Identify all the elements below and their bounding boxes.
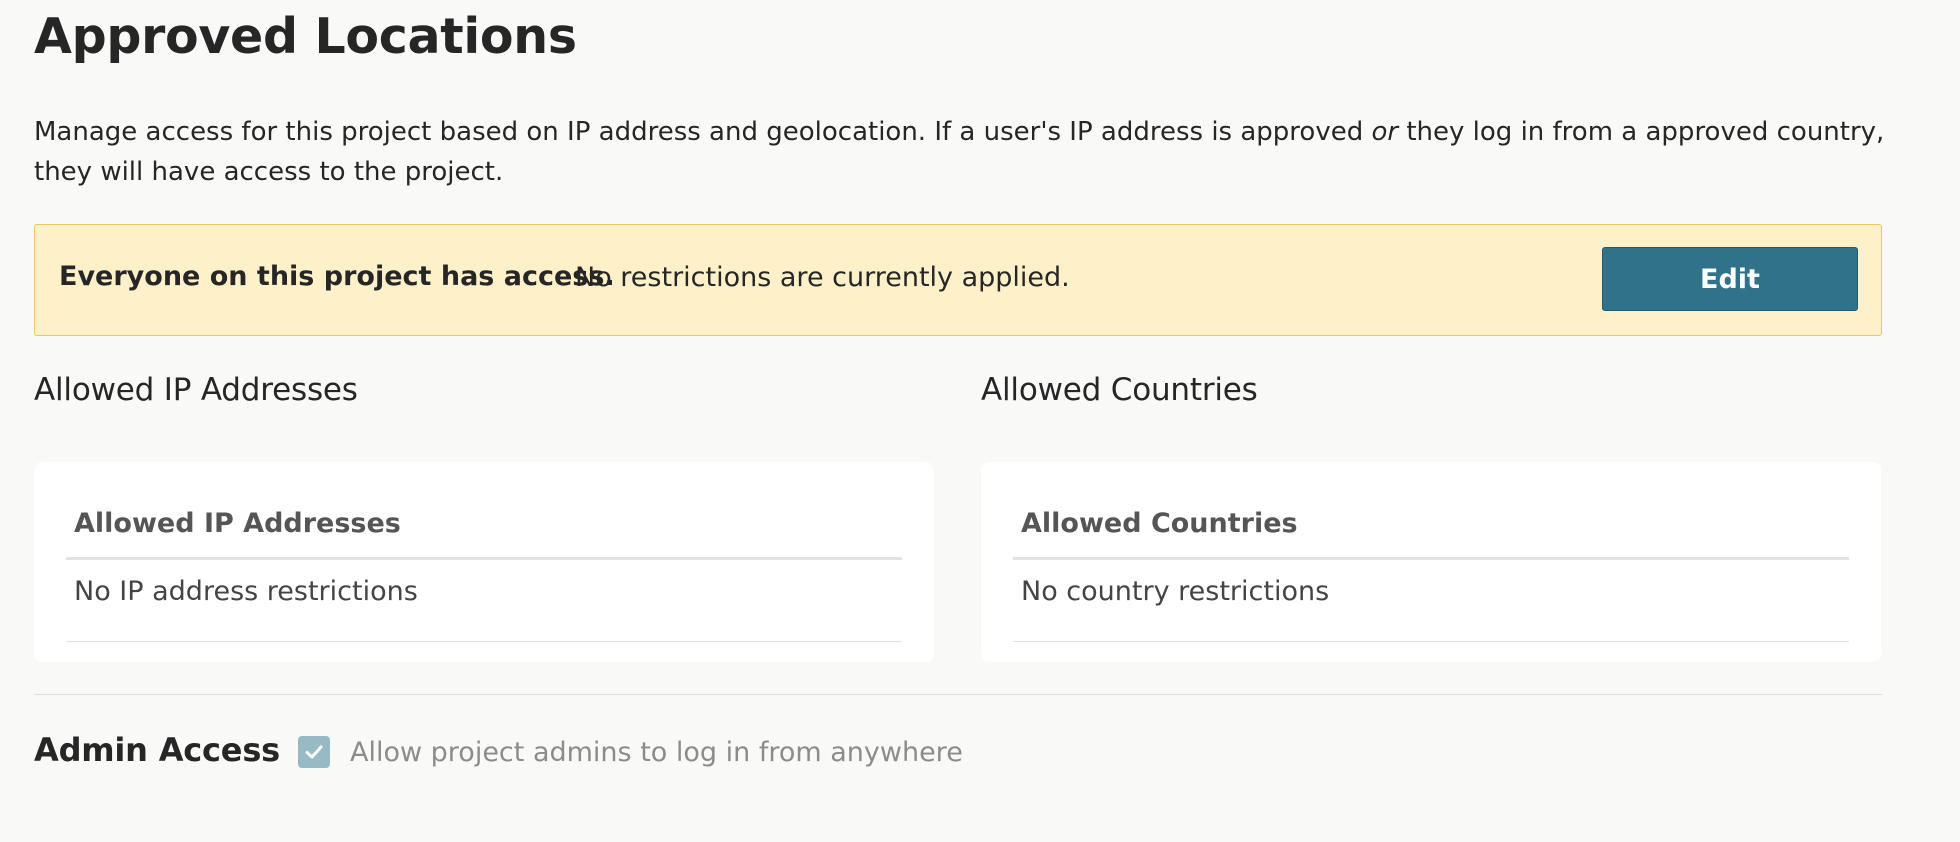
allowed-countries-heading: Allowed Countries xyxy=(981,372,1258,408)
admin-access-label: Admin Access xyxy=(34,731,281,769)
table-header: Allowed IP Addresses xyxy=(66,498,902,560)
table-header: Allowed Countries xyxy=(1013,498,1849,560)
approved-locations-page: Approved Locations Manage access for thi… xyxy=(0,0,1960,842)
admin-anywhere-checkbox-label[interactable]: Allow project admins to log in from anyw… xyxy=(350,737,963,768)
checkmark-icon xyxy=(305,745,323,759)
description-emphasis: or xyxy=(1371,117,1399,147)
edit-button[interactable]: Edit xyxy=(1602,247,1858,311)
page-description: Manage access for this project based on … xyxy=(34,112,1894,192)
allowed-ip-addresses-table: Allowed IP Addresses No IP address restr… xyxy=(66,498,902,642)
access-status-banner: Everyone on this project has access. No … xyxy=(34,224,1882,336)
allowed-ip-addresses-heading: Allowed IP Addresses xyxy=(34,372,358,408)
allowed-countries-card: Allowed Countries No country restriction… xyxy=(981,462,1881,662)
description-text-start: Manage access for this project based on … xyxy=(34,117,1372,147)
table-row: No country restrictions xyxy=(1013,560,1849,642)
banner-strong-text: Everyone on this project has access. xyxy=(59,261,615,292)
allowed-countries-table: Allowed Countries No country restriction… xyxy=(1013,498,1849,642)
allowed-ip-addresses-card: Allowed IP Addresses No IP address restr… xyxy=(34,462,934,662)
banner-text: No restrictions are currently applied. xyxy=(575,262,1070,293)
admin-anywhere-checkbox[interactable] xyxy=(298,736,330,768)
page-title: Approved Locations xyxy=(34,8,577,65)
table-row: No IP address restrictions xyxy=(66,560,902,642)
section-divider xyxy=(34,694,1882,695)
